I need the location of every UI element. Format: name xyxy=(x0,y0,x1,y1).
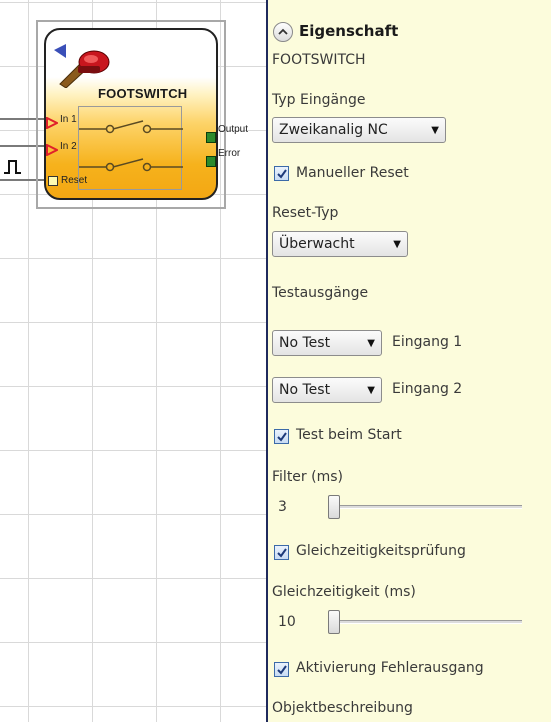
dropdown-caret-icon: ▼ xyxy=(393,238,401,250)
input-type-select[interactable]: Zweikanalig NC ▼ xyxy=(272,117,446,143)
error-output-checkbox[interactable] xyxy=(274,662,289,677)
checkmark-icon xyxy=(277,432,287,442)
logic-canvas[interactable]: FOOTSWITCH In 1 In 2 Reset Output Error xyxy=(0,0,268,722)
simultaneity-value: 10 xyxy=(278,614,296,630)
error-label: Error xyxy=(218,148,241,159)
section-header: Eigenschaft xyxy=(299,22,399,40)
footswitch-block[interactable]: FOOTSWITCH In 1 In 2 Reset Output Error xyxy=(44,28,248,200)
app-root: FOOTSWITCH In 1 In 2 Reset Output Error … xyxy=(0,0,551,722)
test-output-1-value: No Test xyxy=(279,335,331,351)
output-port-icon[interactable] xyxy=(206,132,216,143)
filter-slider-track[interactable] xyxy=(328,505,522,509)
filter-slider-thumb[interactable] xyxy=(328,495,340,519)
test-output-1-select[interactable]: No Test ▼ xyxy=(272,330,382,356)
switch-contacts-icon xyxy=(78,106,183,190)
simultaneity-check-checkbox[interactable] xyxy=(274,545,289,560)
test-output-1-label: Eingang 1 xyxy=(392,334,463,350)
pulse-symbol-icon xyxy=(2,158,24,176)
test-output-2-value: No Test xyxy=(279,382,331,398)
test-output-2-select[interactable]: No Test ▼ xyxy=(272,377,382,403)
reset-type-value: Überwacht xyxy=(279,236,355,252)
input-pin-1-label: In 1 xyxy=(60,114,77,125)
simultaneity-slider-thumb[interactable] xyxy=(328,610,340,634)
filter-label: Filter (ms) xyxy=(272,469,343,485)
footswitch-icon xyxy=(54,44,112,89)
input-pin-2-label: In 2 xyxy=(60,141,77,152)
description-label: Objektbeschreibung xyxy=(272,700,413,716)
property-panel: Eigenschaft FOOTSWITCH Typ Eingänge Zwei… xyxy=(268,0,551,722)
reset-type-label: Reset-Typ xyxy=(272,205,339,221)
dropdown-caret-icon: ▼ xyxy=(431,124,439,136)
filter-value: 3 xyxy=(278,499,287,515)
block-title: FOOTSWITCH xyxy=(98,86,188,101)
simultaneity-label: Gleichzeitigkeit (ms) xyxy=(272,584,416,600)
input-pin-1-icon[interactable] xyxy=(46,114,60,130)
input-pin-2-icon[interactable] xyxy=(46,141,60,157)
dropdown-caret-icon: ▼ xyxy=(367,337,375,349)
checkmark-icon xyxy=(277,665,287,675)
input-type-value: Zweikanalig NC xyxy=(279,122,388,138)
error-output-label: Aktivierung Fehlerausgang xyxy=(296,660,484,676)
collapse-button[interactable] xyxy=(273,22,293,42)
simultaneity-check-label: Gleichzeitigkeitsprüfung xyxy=(296,543,466,559)
checkmark-icon xyxy=(277,169,287,179)
input-type-label: Typ Eingänge xyxy=(272,92,366,108)
test-at-start-label: Test beim Start xyxy=(296,427,402,443)
test-outputs-label: Testausgänge xyxy=(272,285,369,301)
simultaneity-slider-track[interactable] xyxy=(328,620,522,624)
output-label: Output xyxy=(218,124,249,135)
dropdown-caret-icon: ▼ xyxy=(367,384,375,396)
test-at-start-checkbox[interactable] xyxy=(274,429,289,444)
test-output-2-label: Eingang 2 xyxy=(392,381,463,397)
object-name: FOOTSWITCH xyxy=(272,52,366,68)
manual-reset-label: Manueller Reset xyxy=(296,165,409,181)
reset-port-icon[interactable] xyxy=(48,176,58,186)
manual-reset-checkbox[interactable] xyxy=(274,166,289,181)
reset-type-select[interactable]: Überwacht ▼ xyxy=(272,231,408,257)
error-port-icon[interactable] xyxy=(206,156,216,167)
chevron-up-icon xyxy=(278,28,288,35)
checkmark-icon xyxy=(277,548,287,558)
